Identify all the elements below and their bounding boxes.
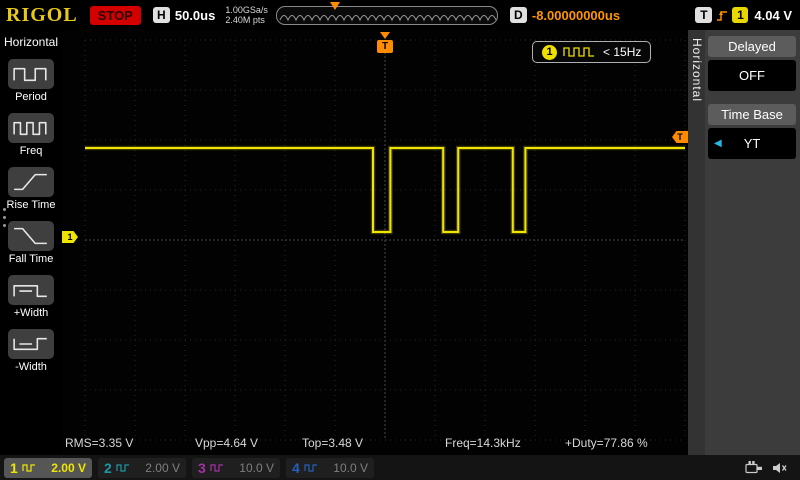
menu-item-freq[interactable]: Freq	[8, 113, 54, 157]
channel-number: 4	[292, 459, 300, 476]
system-icons	[745, 460, 788, 475]
timebase-mode-control[interactable]: Time Base ◀ YT	[708, 104, 796, 159]
channel-status-bar: 1 2.00 V 2 2.00 V 3 10.0 V 4 10.0 V	[0, 455, 800, 480]
channel-scale: 2.00 V	[51, 460, 86, 475]
menu-item-label: -Width	[15, 361, 47, 373]
measurement-bar: RMS=3.35 V Vpp=4.64 V Top=3.48 V Freq=14…	[62, 436, 688, 454]
menu-item-period[interactable]: Period	[8, 59, 54, 103]
channel-number: 1	[10, 459, 18, 476]
memory-depth: 2.40M pts	[225, 15, 265, 25]
trigger-level-value: 4.04 V	[754, 7, 792, 23]
trigger-t-badge: T	[695, 7, 713, 23]
trigger-position-arrow-icon	[380, 32, 390, 39]
trigger-position-label: T	[377, 40, 393, 53]
speaker-muted-icon	[772, 461, 788, 475]
ch3-coupling-icon	[210, 463, 224, 473]
menu-item-plus-width[interactable]: +Width	[8, 275, 54, 319]
minus-width-icon	[8, 329, 54, 359]
freq-icon	[8, 113, 54, 143]
trigger-frequency-text: < 15Hz	[603, 45, 642, 59]
channel-status-2[interactable]: 2 2.00 V	[98, 457, 186, 478]
rigol-logo: RIGOL	[6, 3, 78, 26]
menu-item-label: Freq	[19, 145, 43, 157]
menu-item-label: Period	[15, 91, 47, 103]
timebase-mode-value: YT	[743, 136, 761, 151]
measurement-top: Top=3.48 V	[302, 436, 364, 450]
measurement-freq: Freq=14.3kHz	[445, 436, 521, 450]
channel-scale: 10.0 V	[333, 460, 368, 475]
measurement-rms: RMS=3.35 V	[65, 436, 134, 450]
delay-value: -8.00000000us	[531, 7, 621, 23]
top-status-bar: RIGOL STOP H 50.0us 1.00GSa/s 2.40M pts …	[0, 0, 800, 30]
channel-status-3[interactable]: 3 10.0 V	[192, 457, 280, 478]
trigger-status-badge: 1 < 15Hz	[532, 41, 652, 63]
ch2-coupling-icon	[116, 463, 130, 473]
rise-time-icon	[8, 167, 54, 197]
run-state-badge[interactable]: STOP	[89, 5, 141, 25]
channel-scale: 10.0 V	[239, 460, 274, 475]
measure-menu-panel: Horizontal Period Freq Rise Time Fall Ti…	[0, 30, 62, 455]
menu-item-label: Rise Time	[6, 199, 56, 211]
channel-number: 3	[198, 459, 206, 476]
trigger-slope-icon	[716, 8, 728, 23]
channel-scale: 2.00 V	[145, 460, 180, 475]
ch1-waveform-trace	[85, 145, 685, 235]
timebase-value-button[interactable]: ◀ YT	[708, 128, 796, 159]
trigger-position-marker[interactable]: T	[377, 32, 393, 53]
memory-trigger-marker[interactable]	[329, 1, 340, 10]
delayed-sweep-control[interactable]: Delayed OFF	[708, 36, 796, 91]
period-icon	[8, 59, 54, 89]
timebase-value: 50.0us	[174, 7, 216, 23]
measurement-duty: +Duty=77.86 %	[565, 436, 648, 450]
ch1-coupling-icon	[22, 463, 36, 473]
menu-sections: Delayed OFF Time Base ◀ YT	[708, 36, 796, 172]
menu-item-minus-width[interactable]: -Width	[8, 329, 54, 373]
memory-position-bar[interactable]	[275, 1, 498, 25]
channel-status-1[interactable]: 1 2.00 V	[4, 457, 92, 478]
acquisition-info: 1.00GSa/s 2.40M pts	[225, 5, 268, 25]
ch4-coupling-icon	[304, 463, 318, 473]
channel-number: 2	[104, 459, 112, 476]
menu-item-fall-time[interactable]: Fall Time	[8, 221, 54, 265]
sample-rate: 1.00GSa/s	[225, 5, 268, 15]
trigger-source-badge: 1	[732, 7, 749, 23]
left-arrow-icon: ◀	[714, 138, 722, 149]
waveform-display: T 1 T 1 < 15Hz RMS=3.35 V Vpp=4.64 V Top…	[62, 30, 688, 455]
menu-item-label: +Width	[13, 307, 49, 319]
delay-d-badge: D	[509, 7, 527, 23]
pulse-train-icon	[563, 45, 597, 59]
delayed-label: Delayed	[708, 36, 796, 57]
trigger-source-indicator: 1	[542, 44, 557, 60]
horizontal-menu-title: Horizontal	[690, 38, 704, 103]
memory-waveform-icon	[279, 14, 497, 21]
menu-page-indicator	[3, 208, 6, 227]
delayed-value-button[interactable]: OFF	[708, 60, 796, 91]
timebase-label: Time Base	[708, 104, 796, 125]
usb-icon	[745, 460, 763, 475]
menu-item-rise-time[interactable]: Rise Time	[6, 167, 56, 211]
horizontal-h-badge: H	[152, 7, 170, 23]
plus-width-icon	[8, 275, 54, 305]
menu-rail: Horizontal	[688, 30, 705, 455]
menu-item-label: Fall Time	[8, 253, 54, 265]
fall-time-icon	[8, 221, 54, 251]
measurement-vpp: Vpp=4.64 V	[195, 436, 259, 450]
measure-menu-title: Horizontal	[3, 35, 59, 49]
channel-status-4[interactable]: 4 10.0 V	[286, 457, 374, 478]
horizontal-menu-panel: Horizontal Delayed OFF Time Base ◀ YT	[688, 30, 800, 455]
